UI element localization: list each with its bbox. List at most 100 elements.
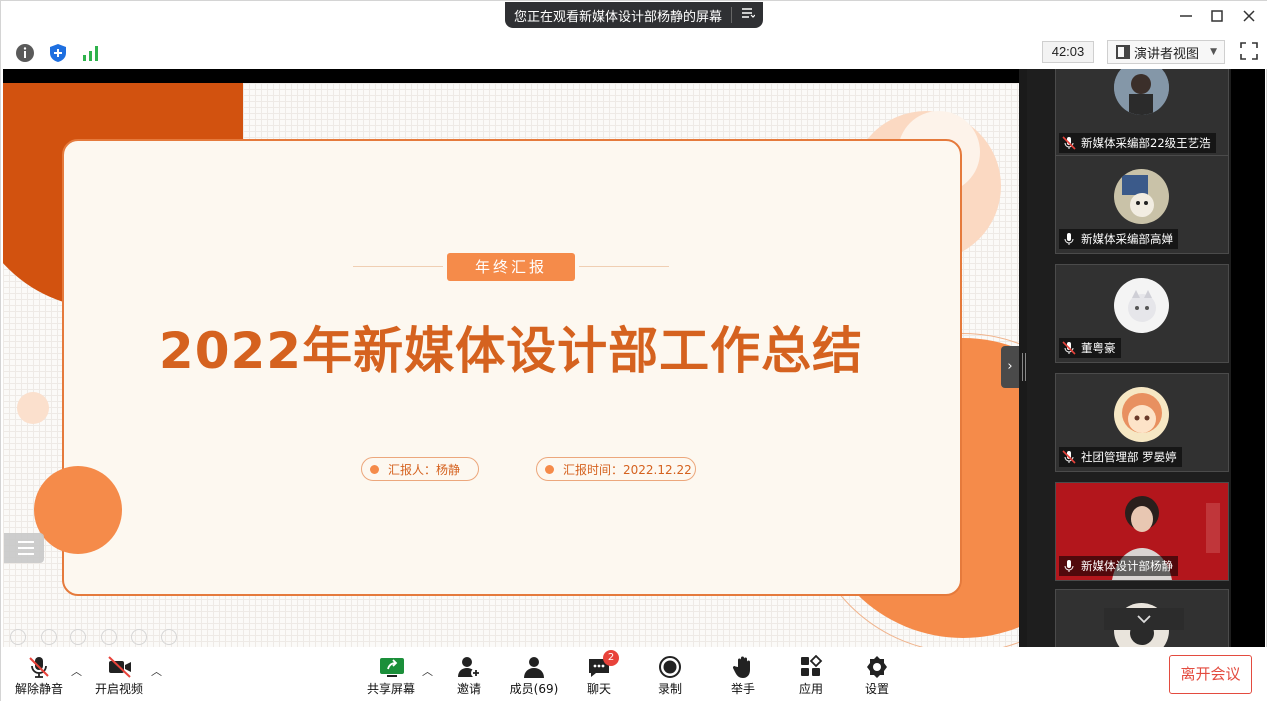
gear-icon	[865, 655, 889, 679]
record-label: 录制	[657, 682, 682, 696]
tag-line-right	[579, 266, 669, 267]
participant-name: 新媒体采编部高婵	[1081, 232, 1173, 246]
title-bar: 您正在观看新媒体设计部杨静的屏幕	[1, 1, 1267, 37]
members-icon	[522, 655, 546, 679]
raise-hand-button[interactable]: 举手	[719, 647, 767, 701]
chat-badge: 2	[603, 650, 619, 666]
participant-name: 董粤豪	[1081, 341, 1116, 355]
start-video-button[interactable]: 开启视频	[91, 647, 147, 701]
invite-button[interactable]: 邀请	[445, 647, 493, 701]
chat-label: 聊天	[586, 682, 611, 696]
participant-tile[interactable]: 董粤豪	[1055, 264, 1229, 363]
report-time-text: 汇报时间：2022.12.22	[563, 462, 692, 477]
members-button[interactable]: 成员(69)	[506, 647, 562, 701]
participant-label: 董粤豪	[1059, 338, 1121, 358]
share-notice-text: 您正在观看新媒体设计部杨静的屏幕	[514, 9, 723, 25]
apps-label: 应用	[798, 682, 823, 696]
info-icon[interactable]	[15, 43, 35, 63]
record-button[interactable]: 录制	[646, 647, 694, 701]
signal-icon[interactable]	[81, 43, 101, 63]
mic-muted-icon	[1062, 450, 1076, 464]
tag-line-left	[353, 266, 443, 267]
unmute-button[interactable]: 解除静音	[11, 647, 67, 701]
avatar	[1114, 169, 1169, 224]
apps-icon	[799, 654, 823, 679]
mic-icon	[1062, 232, 1076, 246]
participants-panel: 新媒体采编部22级王艺浩 新媒体采编部高婵 董粤豪 社团管理部 罗晏婷 新媒体设…	[1027, 69, 1231, 647]
participant-tile[interactable]: 新媒体采编部22级王艺浩	[1055, 69, 1229, 158]
mic-muted-icon	[1062, 136, 1076, 150]
participant-tile[interactable]: 社团管理部 罗晏婷	[1055, 373, 1229, 472]
collapse-panel-button[interactable]: ›	[1001, 346, 1019, 388]
minimize-icon[interactable]	[1177, 9, 1195, 27]
slide-headline: 2022年新媒体设计部工作总结	[158, 322, 864, 380]
participant-label: 新媒体采编部22级王艺浩	[1059, 133, 1216, 153]
more-icon[interactable]	[161, 629, 177, 645]
participant-tile[interactable]: 新媒体采编部高婵	[1055, 155, 1229, 254]
apps-button[interactable]: 应用	[787, 647, 835, 701]
leave-meeting-button[interactable]: 离开会议	[1169, 655, 1252, 694]
chevron-down-icon: ▼	[1210, 47, 1217, 57]
slide-tag: 年终汇报	[447, 253, 575, 281]
pill-dot	[370, 464, 379, 474]
unmute-label: 解除静音	[14, 682, 63, 696]
fullscreen-icon[interactable]	[1239, 41, 1259, 61]
chevron-up-icon[interactable]: ︿	[422, 663, 433, 679]
mic-icon	[1062, 559, 1076, 573]
chevron-up-icon[interactable]: ︿	[151, 663, 162, 679]
slide-menu-button[interactable]	[4, 533, 44, 563]
decor-dot	[17, 392, 49, 424]
meeting-window: 您正在观看新媒体设计部杨静的屏幕 42:03 演讲者视图 ▼ 年终汇报 2022…	[0, 0, 1267, 701]
pen-icon[interactable]	[70, 629, 86, 645]
maximize-icon[interactable]	[1208, 9, 1226, 27]
meeting-timer: 42:03	[1042, 41, 1094, 63]
next-page-icon[interactable]	[41, 629, 57, 645]
reporter-text: 汇报人：杨静	[388, 462, 461, 477]
list-menu-icon[interactable]	[732, 7, 763, 23]
decor-circle-left	[34, 466, 122, 554]
share-screen-icon	[379, 655, 404, 679]
chat-button[interactable]: 2 聊天	[575, 647, 623, 701]
share-screen-button[interactable]: 共享屏幕	[363, 647, 419, 701]
invite-label: 邀请	[456, 682, 481, 696]
camera-off-icon	[107, 655, 131, 679]
participant-name: 新媒体采编部22级王艺浩	[1081, 136, 1211, 150]
view-mode-label: 演讲者视图	[1134, 46, 1200, 62]
pill-dot	[545, 464, 554, 474]
report-time-pill: 汇报时间：2022.12.22	[536, 457, 696, 481]
share-screen-label: 共享屏幕	[366, 682, 415, 696]
avatar	[1114, 278, 1169, 333]
prev-page-icon[interactable]	[10, 629, 26, 645]
add-user-icon	[457, 655, 481, 679]
participant-label: 新媒体采编部高婵	[1059, 229, 1178, 249]
mic-muted-icon	[1062, 341, 1076, 355]
participant-name: 新媒体设计部杨静	[1081, 559, 1173, 573]
participant-label: 新媒体设计部杨静	[1059, 556, 1178, 576]
members-label: 成员(69)	[509, 682, 559, 696]
slide-letterbox	[3, 69, 1019, 83]
chevron-up-icon[interactable]: ︿	[71, 663, 82, 679]
reporter-pill: 汇报人：杨静	[361, 457, 479, 481]
screen-share-notice[interactable]: 您正在观看新媒体设计部杨静的屏幕	[505, 2, 763, 28]
scroll-down-button[interactable]	[1104, 608, 1184, 630]
shield-icon[interactable]	[48, 43, 68, 63]
participant-name: 社团管理部 罗晏婷	[1081, 450, 1177, 464]
avatar	[1114, 387, 1169, 442]
bottom-control-bar: 解除静音 ︿ 开启视频 ︿ 共享屏幕 ︿ 邀请 成员(69) 2 聊天 录制 举…	[1, 647, 1267, 701]
panel-edge	[1231, 69, 1265, 647]
shared-slide: 年终汇报 2022年新媒体设计部工作总结 汇报人：杨静 汇报时间：2022.12…	[3, 83, 1019, 647]
raise-hand-icon	[731, 655, 755, 679]
record-icon	[658, 655, 682, 679]
settings-button[interactable]: 设置	[853, 647, 901, 701]
start-video-label: 开启视频	[94, 682, 143, 696]
pages-icon[interactable]	[101, 629, 117, 645]
view-mode-select[interactable]: 演讲者视图 ▼	[1107, 40, 1225, 64]
panel-divider-grip[interactable]	[1022, 353, 1026, 381]
speaker-view-icon	[1116, 45, 1130, 59]
close-icon[interactable]	[1240, 9, 1258, 27]
mic-muted-icon	[27, 655, 51, 679]
participant-video-tile[interactable]: 新媒体设计部杨静	[1055, 482, 1229, 581]
participant-label: 社团管理部 罗晏婷	[1059, 447, 1182, 467]
zoom-icon[interactable]	[131, 629, 147, 645]
settings-label: 设置	[864, 682, 889, 696]
